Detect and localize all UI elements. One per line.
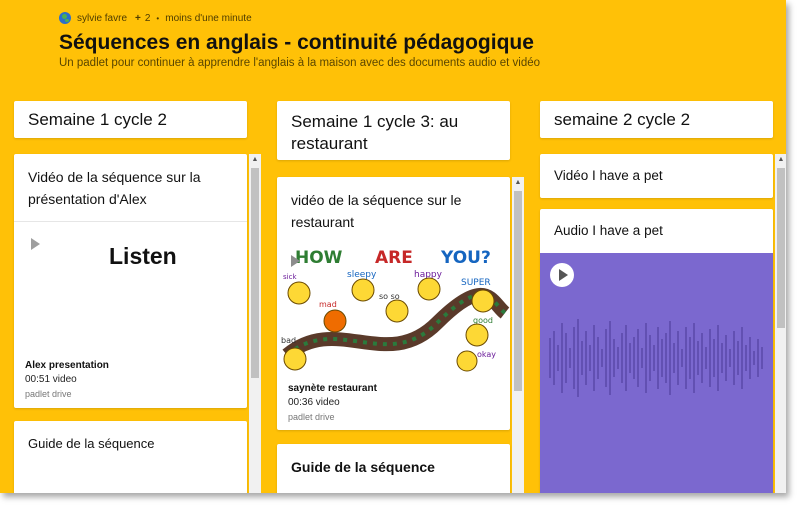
emotions-illustration: HOW ARE YOU? sleepy happy SUPER so so ma…	[281, 248, 510, 372]
column-header-1[interactable]: Semaine 1 cycle 2	[14, 101, 247, 138]
play-icon[interactable]	[291, 255, 300, 267]
attachment-meta: 00:36 video	[288, 397, 340, 408]
updated-time: moins d'une minute	[165, 12, 252, 24]
column-header-3[interactable]: semaine 2 cycle 2	[540, 101, 773, 138]
post-title: Guide de la séquence	[28, 436, 155, 451]
post-image[interactable]: HOW ARE YOU? sleepy happy SUPER so so ma…	[277, 243, 510, 373]
image-word: mad	[319, 300, 337, 309]
play-icon[interactable]	[550, 263, 574, 287]
scrollbar[interactable]: ▲	[775, 154, 786, 493]
image-word: okay	[477, 350, 496, 359]
divider	[14, 221, 247, 222]
plus-sign: +	[135, 12, 141, 24]
attachment-meta: 00:51 video	[25, 374, 77, 385]
attachment-title[interactable]: Alex presentation	[25, 360, 109, 371]
attachment-source: padlet drive	[25, 389, 72, 399]
image-word: sick	[283, 273, 297, 281]
padlet-board: sylvie favre + 2 • moins d'une minute Sé…	[0, 0, 786, 493]
attachment-title[interactable]: saynète restaurant	[288, 383, 377, 394]
column-title: Semaine 1 cycle 2	[28, 110, 167, 129]
post-card[interactable]: vidéo de la séquence sur le restaurant H…	[277, 177, 510, 430]
post-card[interactable]: Vidéo I have a pet	[540, 154, 773, 198]
page-subtitle: Un padlet pour continuer à apprendre l'a…	[59, 57, 541, 69]
image-word: HOW	[295, 248, 343, 268]
attachment-source: padlet drive	[288, 412, 335, 422]
image-word: bad	[281, 336, 296, 345]
image-word: ARE	[375, 248, 413, 268]
column-title: semaine 2 cycle 2	[554, 110, 691, 129]
post-title: vidéo de la séquence sur le restaurant	[291, 192, 462, 230]
author-name[interactable]: sylvie favre	[77, 13, 127, 24]
post-card[interactable]: Guide de la séquence	[14, 421, 247, 493]
audio-player[interactable]	[540, 253, 773, 493]
post-title: Vidéo de la séquence sur la présentation…	[28, 169, 201, 207]
image-word: YOU?	[440, 248, 491, 268]
post-card[interactable]: Audio I have a pet	[540, 209, 773, 493]
image-word: SUPER	[461, 278, 491, 288]
scroll-up-icon[interactable]: ▲	[512, 177, 524, 189]
scroll-thumb[interactable]	[777, 168, 785, 328]
column-header-2[interactable]: Semaine 1 cycle 3: au restaurant	[277, 101, 510, 160]
scrollbar[interactable]: ▲	[249, 154, 261, 493]
globe-icon	[59, 12, 71, 24]
scrollbar[interactable]: ▲	[512, 177, 524, 493]
scroll-thumb[interactable]	[514, 191, 522, 391]
post-card[interactable]: Guide de la séquence	[277, 444, 510, 493]
scroll-thumb[interactable]	[251, 168, 259, 378]
play-icon[interactable]	[31, 238, 40, 250]
scroll-up-icon[interactable]: ▲	[775, 154, 786, 166]
waveform	[549, 319, 763, 397]
meta-separator: •	[156, 13, 160, 23]
post-title: Vidéo I have a pet	[554, 168, 663, 183]
scroll-up-icon[interactable]: ▲	[249, 154, 261, 166]
page-title: Séquences en anglais - continuité pédago…	[59, 31, 534, 54]
post-card[interactable]: Vidéo de la séquence sur la présentation…	[14, 154, 247, 408]
preview-text: Listen	[109, 243, 177, 269]
padlet-meta: sylvie favre + 2 • moins d'une minute	[59, 11, 252, 25]
image-word: sleepy	[347, 270, 377, 280]
post-title: Guide de la séquence	[291, 459, 435, 475]
contributors-count[interactable]: 2	[145, 13, 151, 24]
post-title: Audio I have a pet	[554, 223, 663, 238]
column-title: Semaine 1 cycle 3: au restaurant	[291, 112, 459, 153]
